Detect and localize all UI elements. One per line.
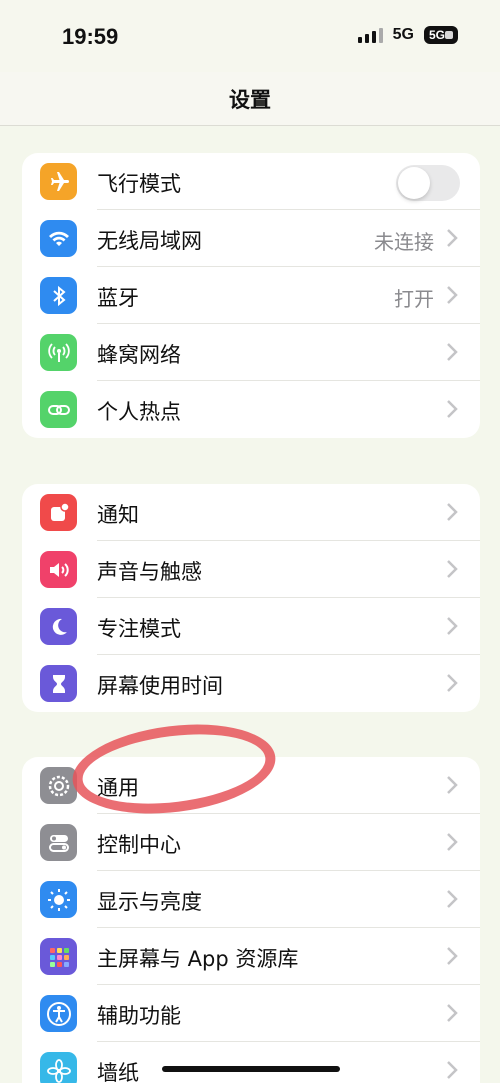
chevron-right-icon [447, 674, 458, 692]
settings-group-notifications: 通知 声音与触感 专注模式 屏幕使用时间 [22, 484, 480, 712]
settings-item-cellular[interactable]: 蜂窝网络 [22, 324, 480, 381]
chevron-right-icon [447, 343, 458, 361]
sun-icon [40, 881, 77, 918]
settings-item-label: 声音与触感 [97, 560, 202, 584]
chevron-right-icon [447, 286, 458, 304]
settings-item-notifications[interactable]: 通知 [22, 484, 480, 541]
home-indicator[interactable] [162, 1066, 340, 1072]
settings-item-value: 未连接 [374, 230, 434, 254]
chevron-right-icon [447, 1061, 458, 1079]
toggle-knob [398, 167, 430, 199]
chevron-right-icon [447, 890, 458, 908]
settings-item-wallpaper[interactable]: 墙纸 [22, 1042, 480, 1083]
chevron-right-icon [447, 776, 458, 794]
settings-item-focus[interactable]: 专注模式 [22, 598, 480, 655]
settings-item-label: 辅助功能 [97, 1004, 181, 1028]
settings-item-label: 通知 [97, 503, 139, 527]
battery-icon: 5G [424, 26, 458, 44]
settings-item-label: 主屏幕与 App 资源库 [97, 947, 299, 971]
status-indicators: 5G 5G [357, 26, 458, 44]
chevron-right-icon [447, 400, 458, 418]
status-time: 19:59 [62, 24, 119, 49]
settings-item-label: 显示与亮度 [97, 890, 202, 914]
airplane-icon [40, 163, 77, 200]
cellular-icon [40, 334, 77, 371]
navigation-bar: 设置 [0, 72, 500, 126]
signal-icon [357, 27, 383, 43]
gear-icon [40, 767, 77, 804]
settings-item-display[interactable]: 显示与亮度 [22, 871, 480, 928]
moon-icon [40, 608, 77, 645]
bluetooth-icon [40, 277, 77, 314]
settings-item-hotspot[interactable]: 个人热点 [22, 381, 480, 438]
settings-item-control-center[interactable]: 控制中心 [22, 814, 480, 871]
accessibility-icon [40, 995, 77, 1032]
settings-item-wifi[interactable]: 无线局域网 未连接 [22, 210, 480, 267]
settings-item-sounds[interactable]: 声音与触感 [22, 541, 480, 598]
hotspot-icon [40, 391, 77, 428]
settings-group-general: 通用 控制中心 显示与亮度 主屏幕与 App 资源库 辅助功能 墙纸 [22, 757, 480, 1083]
hourglass-icon [40, 665, 77, 702]
settings-item-accessibility[interactable]: 辅助功能 [22, 985, 480, 1042]
notification-icon [40, 494, 77, 531]
chevron-right-icon [447, 560, 458, 578]
chevron-right-icon [447, 1004, 458, 1022]
chevron-right-icon [447, 503, 458, 521]
settings-item-label: 飞行模式 [97, 172, 181, 196]
settings-item-label: 无线局域网 [97, 229, 202, 253]
grid-icon [40, 938, 77, 975]
settings-item-label: 墙纸 [97, 1061, 139, 1083]
settings-item-label: 屏幕使用时间 [97, 674, 223, 698]
status-bar: 19:59 5G 5G [0, 0, 500, 72]
settings-item-home-screen[interactable]: 主屏幕与 App 资源库 [22, 928, 480, 985]
chevron-right-icon [447, 833, 458, 851]
settings-group-connectivity: 飞行模式 无线局域网 未连接 蓝牙 打开 蜂窝网络 个人热点 [22, 153, 480, 438]
settings-item-value: 打开 [394, 287, 434, 311]
chevron-right-icon [447, 229, 458, 247]
settings-item-label: 控制中心 [97, 833, 181, 857]
settings-item-label: 个人热点 [97, 400, 181, 424]
airplane-mode-toggle[interactable] [396, 165, 460, 201]
flower-icon [40, 1052, 77, 1083]
chevron-right-icon [447, 947, 458, 965]
settings-item-label: 专注模式 [97, 617, 181, 641]
settings-item-label: 蜂窝网络 [97, 343, 181, 367]
wifi-icon [40, 220, 77, 257]
sound-icon [40, 551, 77, 588]
settings-item-airplane-mode[interactable]: 飞行模式 [22, 153, 480, 210]
settings-item-bluetooth[interactable]: 蓝牙 打开 [22, 267, 480, 324]
settings-item-label: 蓝牙 [97, 286, 139, 310]
settings-item-screen-time[interactable]: 屏幕使用时间 [22, 655, 480, 712]
battery-label: 5G [429, 28, 446, 42]
toggles-icon [40, 824, 77, 861]
chevron-right-icon [447, 617, 458, 635]
network-type: 5G [392, 26, 414, 43]
page-title: 设置 [229, 88, 271, 112]
